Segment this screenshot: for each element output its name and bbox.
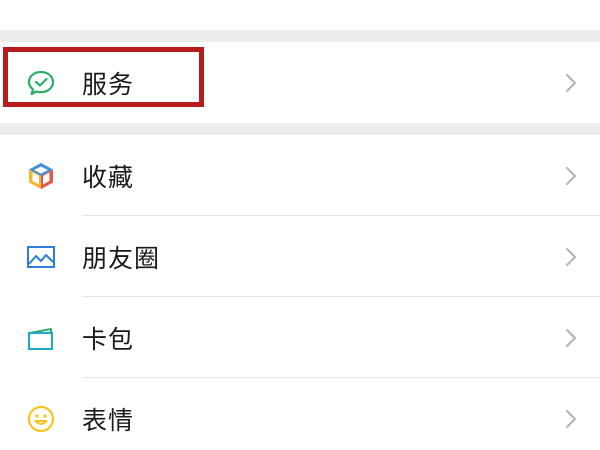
me-menu-screen: 服务 收藏 朋友圈 卡包 表情 [0, 0, 600, 450]
menu-group-main: 收藏 朋友圈 卡包 表情 [0, 135, 600, 450]
menu-item-label: 表情 [82, 405, 135, 435]
chevron-right-icon [566, 409, 576, 428]
menu-item-label: 朋友圈 [82, 243, 161, 273]
smiley-icon [24, 402, 58, 436]
card-wallet-icon [24, 321, 58, 355]
menu-item-label: 收藏 [82, 162, 135, 192]
menu-item-label: 服务 [82, 69, 135, 99]
chevron-right-icon [566, 73, 576, 92]
moments-image-icon [24, 240, 58, 274]
menu-item-service[interactable]: 服务 [0, 42, 600, 123]
menu-group-service: 服务 [0, 42, 600, 123]
chevron-right-icon [566, 166, 576, 185]
favorites-cube-icon [24, 159, 58, 193]
menu-item-favorites[interactable]: 收藏 [0, 135, 600, 216]
chevron-right-icon [566, 247, 576, 266]
chevron-right-icon [566, 328, 576, 347]
service-icon [24, 66, 58, 100]
menu-item-cards[interactable]: 卡包 [0, 297, 600, 378]
top-section [0, 0, 600, 30]
menu-item-label: 卡包 [82, 324, 135, 354]
menu-item-moments[interactable]: 朋友圈 [0, 216, 600, 297]
menu-item-stickers[interactable]: 表情 [0, 378, 600, 450]
